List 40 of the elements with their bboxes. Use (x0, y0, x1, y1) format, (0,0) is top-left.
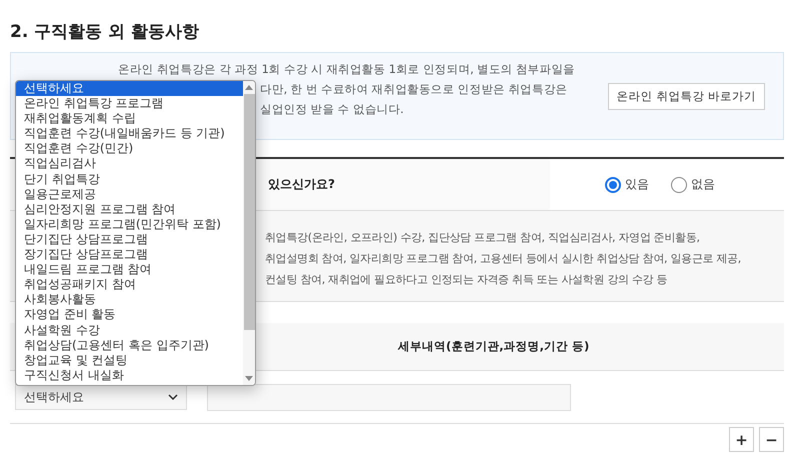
scroll-down-icon[interactable] (245, 376, 253, 381)
dropdown-option[interactable]: 직업훈련 수강(민간) (16, 141, 243, 156)
dropdown-option[interactable]: 선택하세요 (16, 81, 243, 96)
row-button[interactable]: + (729, 427, 754, 452)
detail-input-field[interactable] (207, 384, 571, 410)
dropdown-option[interactable]: 일용근로제공 (16, 186, 243, 202)
dropdown-option[interactable]: 직업훈련 수강(내일배움카드 등 기관) (16, 126, 243, 142)
dropdown-option[interactable]: 온라인 취업특강 프로그램 (16, 96, 243, 112)
question-text: 있으신가요? (268, 176, 335, 193)
radio-option[interactable]: 있음 (605, 176, 649, 193)
dropdown-option[interactable]: 직업심리검사 (16, 156, 243, 172)
dropdown-option[interactable]: 취업상담(고용센터 혹은 입주기관) (16, 338, 243, 353)
dropdown-option[interactable]: 취업성공패키지 참여 (16, 277, 243, 292)
activity-select[interactable]: 선택하세요 (15, 384, 187, 410)
dropdown-option[interactable]: 내일드림 프로그램 참여 (16, 262, 243, 278)
scrollbar[interactable] (243, 81, 255, 385)
description-text: 컨설팅 참여, 재취업에 필요하다고 인정되는 자격증 취득 또는 사설학원 강의 수강 등 (265, 272, 668, 288)
dropdown-option[interactable]: 일자리희망 프로그램(민간위탁 포함) (16, 216, 243, 232)
dropdown-option[interactable]: 단기집단 상담프로그램 (16, 232, 243, 248)
dropdown-option[interactable]: 사설학원 수강 (16, 322, 243, 338)
dropdown-option[interactable]: 사회봉사활동 (16, 292, 243, 308)
column-header: 세부내역(훈련기관,과정명,기간 등) (398, 339, 590, 354)
dropdown-option[interactable]: 구직신청서 내실화 (16, 368, 243, 383)
notice-text: 다만, 한 번 수료하여 재취업활동으로 인정받은 취업특강은 (260, 81, 568, 98)
section-title: 2. 구직활동 외 활동사항 (10, 21, 200, 44)
dropdown-option[interactable]: 자영업 준비 활동 (16, 307, 243, 322)
notice-text: 실업인정 받을 수 없습니다. (260, 101, 405, 118)
dropdown-option[interactable]: 장기집단 상담프로그램 (16, 247, 243, 262)
description-text: 취업특강(온라인, 오프라인) 수강, 집단상담 프로그램 참여, 직업심리검사, 자영업 준비활동, (265, 230, 701, 246)
online-lecture-button[interactable]: 온라인 취업특강 바로가기 (608, 82, 765, 110)
notice-text: 온라인 취업특강은 각 과정 1회 수강 시 재취업활동 1회로 인정되며, 별도의 첨부파일을 (118, 61, 575, 78)
chevron-icon (168, 394, 178, 400)
row-button[interactable]: − (759, 427, 784, 452)
dropdown-option[interactable]: 심리안정지원 프로그램 참여 (16, 202, 243, 217)
dropdown-option[interactable]: 창업교육 및 컨설팅 (16, 352, 243, 368)
radio-option[interactable]: 없음 (671, 176, 715, 193)
scroll-up-icon[interactable] (245, 85, 253, 90)
dropdown-option[interactable]: 단기 취업특강 (16, 172, 243, 187)
dropdown-option[interactable]: 재취업활동계획 수립 (16, 111, 243, 126)
description-text: 취업설명회 참여, 일자리희망 프로그램 참여, 고용센터 등에서 실시한 취업상담 참여, 일용근로 제공, (265, 251, 742, 267)
